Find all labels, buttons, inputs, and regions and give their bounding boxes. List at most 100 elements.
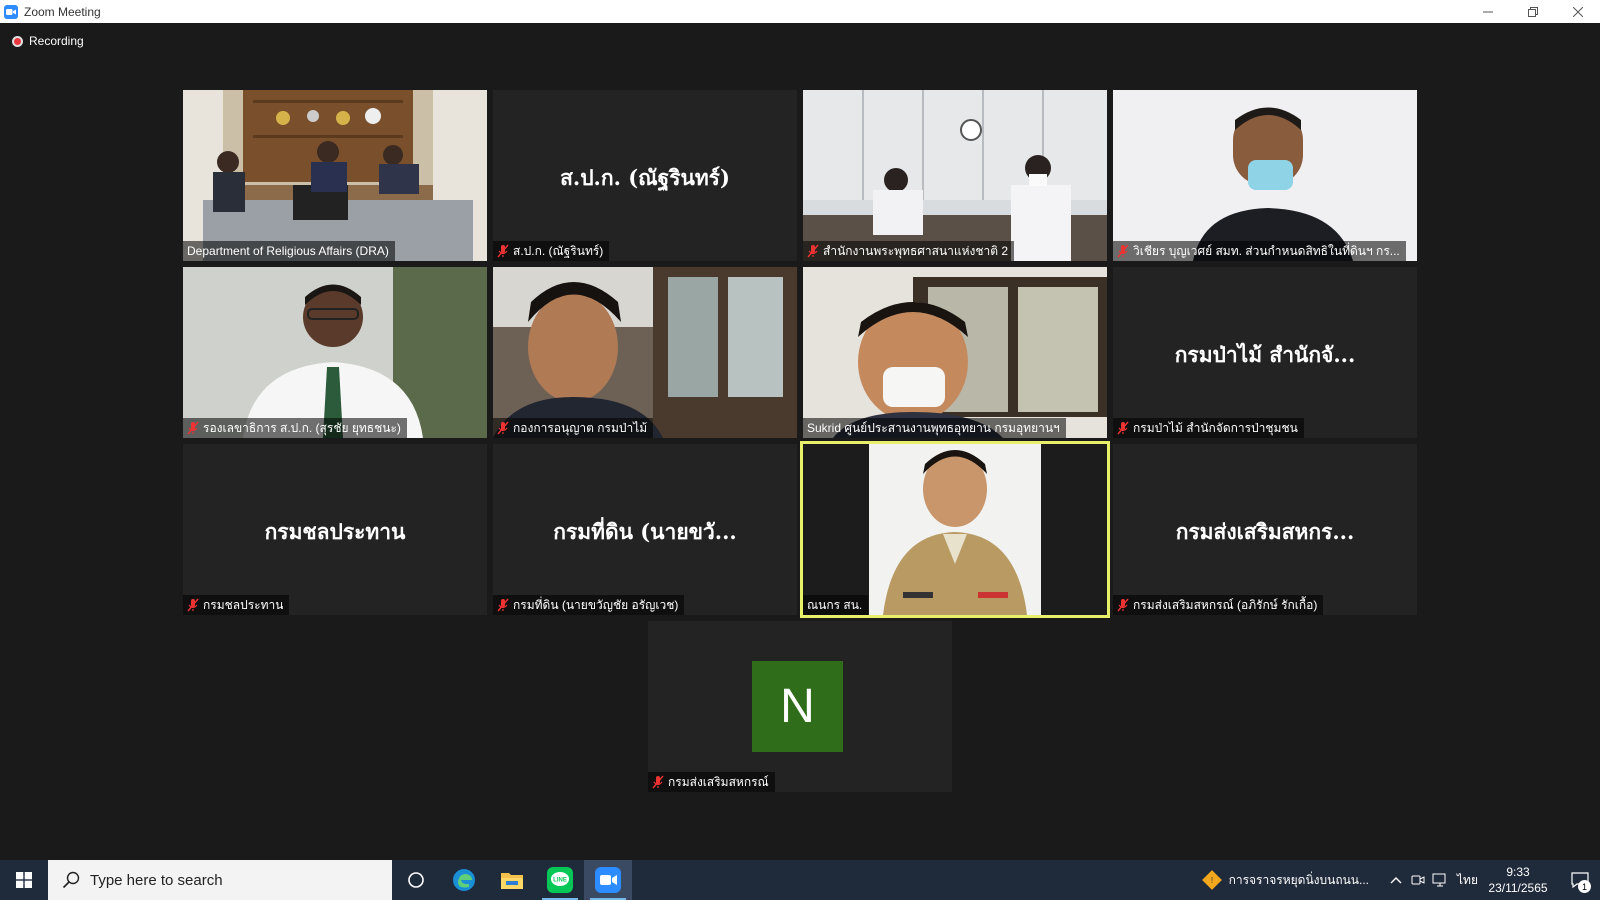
participant-tile[interactable]: Department of Religious Affairs (DRA)	[183, 90, 487, 261]
window-title: Zoom Meeting	[24, 4, 101, 19]
mic-muted-icon	[807, 244, 819, 258]
participant-tile[interactable]: N กรมส่งเสริมสหกรณ์	[648, 621, 952, 792]
participant-name-bar: กองการอนุญาต กรมป่าไม้	[493, 418, 654, 438]
cortana-button[interactable]	[392, 860, 440, 900]
participant-name-bar: Sukrid ศูนย์ประสานงานพุทธอุทยาน กรมอุทยา…	[803, 418, 1066, 438]
participant-name: กรมส่งเสริมสหกรณ์ (อภิรักษ์ รักเกื้อ)	[1133, 597, 1318, 612]
participant-name: กองการอนุญาต กรมป่าไม้	[513, 420, 648, 435]
title-bar: Zoom Meeting	[0, 0, 1600, 23]
file-explorer-icon	[501, 873, 523, 889]
line-app-button[interactable]: LINE	[536, 860, 584, 900]
participant-name-bar: กรมส่งเสริมสหกรณ์	[648, 772, 775, 792]
participant-video	[803, 90, 1107, 261]
participant-name: สำนักงานพระพุทธศาสนาแห่งชาติ 2	[823, 243, 1009, 258]
mic-muted-icon	[497, 598, 509, 612]
close-button[interactable]	[1555, 0, 1600, 23]
participant-tile[interactable]: กรมชลประทาน กรมชลประทาน	[183, 444, 487, 615]
taskbar-clock[interactable]: 9:33 23/11/2565	[1488, 864, 1548, 896]
participant-tile[interactable]: Sukrid ศูนย์ประสานงานพุทธอุทยาน กรมอุทยา…	[803, 267, 1107, 438]
participant-tile[interactable]: สำนักงานพระพุทธศาสนาแห่งชาติ 2	[803, 90, 1107, 261]
clock-date: 23/11/2565	[1488, 881, 1548, 895]
svg-text:LINE: LINE	[553, 878, 567, 884]
mic-muted-icon	[497, 244, 509, 258]
news-headline: การจราจรหยุดนิ่งบนถนน...	[1228, 872, 1370, 887]
participant-display-name: กรมชลประทาน	[264, 519, 406, 544]
participant-name-bar: ส.ป.ก. (ณัฐรินทร์)	[493, 241, 610, 261]
news-widget[interactable]: ! การจราจรหยุดนิ่งบนถนน...	[1201, 869, 1369, 891]
network-icon	[1432, 873, 1446, 887]
minimize-button[interactable]	[1465, 0, 1510, 23]
participant-video	[803, 444, 1107, 615]
file-explorer-button[interactable]	[488, 860, 536, 900]
meet-now-button[interactable]	[1407, 860, 1429, 900]
webcam-icon	[1411, 875, 1425, 885]
mic-muted-icon	[652, 775, 664, 789]
recording-label: Recording	[29, 34, 84, 48]
participant-name: วิเชียร บุญเวศย์ สมท. ส่วนกำหนดสิทธิในที…	[1133, 243, 1400, 258]
show-hidden-icons-button[interactable]	[1385, 860, 1407, 900]
minimize-icon	[1482, 11, 1493, 12]
mic-muted-icon	[187, 598, 199, 612]
participant-name: Sukrid ศูนย์ประสานงานพุทธอุทยาน กรมอุทยา…	[807, 420, 1060, 435]
participant-tile[interactable]: กองการอนุญาต กรมป่าไม้	[493, 267, 797, 438]
traffic-warning-icon: !	[1201, 870, 1222, 890]
zoom-app-button[interactable]	[584, 860, 632, 900]
participant-name-bar: กรมที่ดิน (นายขวัญชัย อรัญเวช)	[493, 595, 685, 615]
participant-name: กรมชลประทาน	[203, 597, 284, 612]
participant-tile[interactable]: วิเชียร บุญเวศย์ สมท. ส่วนกำหนดสิทธิในที…	[1113, 90, 1417, 261]
avatar: N	[752, 661, 843, 752]
participant-tile-active-speaker[interactable]: ณนกร สน.	[800, 441, 1110, 618]
windows-logo-icon	[16, 872, 32, 888]
taskbar-search-box[interactable]: Type here to search	[48, 860, 392, 900]
participant-name: กรมป่าไม้ สำนักจัดการป่าชุมชน	[1133, 420, 1298, 435]
recording-indicator[interactable]: Recording	[12, 34, 84, 48]
participant-display-name: กรมป่าไม้ สำนักจั...	[1174, 342, 1356, 367]
participant-name: Department of Religious Affairs (DRA)	[187, 244, 389, 258]
participant-name-bar: รองเลขาธิการ ส.ป.ก. (สุรชัย ยุทธชนะ)	[183, 418, 407, 438]
clock-time: 9:33	[1506, 865, 1530, 879]
cortana-icon	[408, 872, 424, 888]
participant-name: รองเลขาธิการ ส.ป.ก. (สุรชัย ยุทธชนะ)	[203, 420, 401, 435]
mic-muted-icon	[1117, 598, 1129, 612]
participant-tile[interactable]: กรมส่งเสริมสหกร... กรมส่งเสริมสหกรณ์ (อภ…	[1113, 444, 1417, 615]
participant-tile[interactable]: รองเลขาธิการ ส.ป.ก. (สุรชัย ยุทธชนะ)	[183, 267, 487, 438]
participant-video	[493, 267, 797, 438]
edge-icon	[453, 869, 475, 891]
participant-name: กรมส่งเสริมสหกรณ์	[668, 774, 769, 789]
recording-icon	[12, 35, 23, 47]
restore-button[interactable]	[1510, 0, 1555, 23]
windows-taskbar: Type here to search LINE ! การจราจรหยุดน…	[0, 860, 1600, 900]
participant-video	[1113, 90, 1417, 261]
participant-name: กรมที่ดิน (นายขวัญชัย อรัญเวช)	[513, 597, 679, 612]
participant-video	[183, 267, 487, 438]
participant-name-bar: กรมส่งเสริมสหกรณ์ (อภิรักษ์ รักเกื้อ)	[1113, 595, 1324, 615]
participant-name-bar: สำนักงานพระพุทธศาสนาแห่งชาติ 2	[803, 241, 1015, 261]
start-button[interactable]	[0, 860, 48, 900]
zoom-icon	[595, 867, 621, 893]
participant-name: ส.ป.ก. (ณัฐรินทร์)	[513, 243, 604, 258]
line-icon: LINE	[547, 867, 573, 893]
mic-muted-icon	[1117, 421, 1129, 435]
chevron-up-icon	[1390, 877, 1402, 884]
zoom-logo-icon	[4, 4, 18, 19]
participant-name-bar: กรมป่าไม้ สำนักจัดการป่าชุมชน	[1113, 418, 1304, 438]
participant-tile[interactable]: ส.ป.ก. (ณัฐรินทร์) ส.ป.ก. (ณัฐรินทร์)	[493, 90, 797, 261]
notification-count: 1	[1578, 880, 1591, 893]
svg-text:!: !	[1210, 876, 1212, 885]
participant-video	[183, 90, 487, 261]
restore-icon	[1527, 6, 1538, 17]
participant-tile[interactable]: กรมที่ดิน (นายขวั... กรมที่ดิน (นายขวัญช…	[493, 444, 797, 615]
participant-name-bar: กรมชลประทาน	[183, 595, 290, 615]
close-icon	[1572, 6, 1583, 17]
action-center-button[interactable]: 1	[1560, 860, 1600, 900]
participant-display-name: ส.ป.ก. (ณัฐรินทร์)	[560, 165, 730, 190]
system-tray: ! การจราจรหยุดนิ่งบนถนน... ไทย 9:33 23/1…	[1201, 860, 1600, 900]
participant-video	[803, 267, 1107, 438]
participant-name-bar: วิเชียร บุญเวศย์ สมท. ส่วนกำหนดสิทธิในที…	[1113, 241, 1406, 261]
participant-display-name: กรมส่งเสริมสหกร...	[1175, 519, 1355, 544]
network-button[interactable]	[1429, 860, 1451, 900]
participant-name-bar: ณนกร สน.	[803, 595, 869, 615]
input-language[interactable]: ไทย	[1457, 871, 1478, 890]
edge-button[interactable]	[440, 860, 488, 900]
participant-tile[interactable]: กรมป่าไม้ สำนักจั... กรมป่าไม้ สำนักจัดก…	[1113, 267, 1417, 438]
